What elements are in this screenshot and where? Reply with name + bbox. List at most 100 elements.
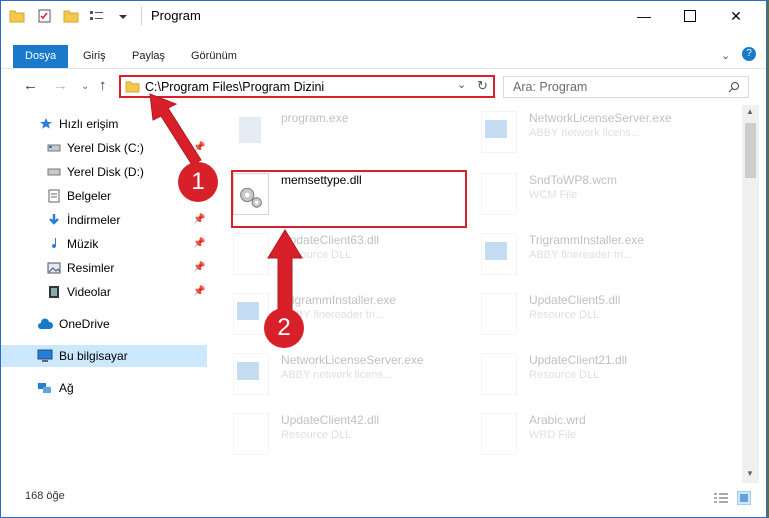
close-icon: ✕ bbox=[730, 7, 742, 24]
file-item[interactable]: UpdateClient42.dll Resource DLL bbox=[209, 407, 449, 463]
maximize-icon bbox=[684, 10, 696, 22]
sidebar-item-local-disk-c[interactable]: Yerel Disk (C:) 📌 bbox=[1, 137, 207, 159]
file-item[interactable]: NetworkLicenseServer.exe ABBY network li… bbox=[209, 347, 449, 403]
file-item[interactable]: UpdateClient5.dll Resource DLL bbox=[457, 287, 697, 343]
file-item[interactable]: UpdateClient21.dll Resource DLL bbox=[457, 347, 697, 403]
file-item[interactable]: UpdateClient63.dll Resource DLL bbox=[209, 227, 449, 283]
dll-gear-icon bbox=[481, 353, 517, 395]
customize-toolbar-icon[interactable] bbox=[115, 9, 131, 23]
up-button[interactable]: ↑ bbox=[99, 77, 107, 94]
sidebar-item-this-pc[interactable]: Bu bilgisayar bbox=[1, 345, 207, 367]
file-item[interactable]: program.exe bbox=[209, 105, 449, 161]
properties-icon[interactable] bbox=[37, 9, 53, 23]
search-icon bbox=[728, 82, 739, 93]
vertical-scrollbar[interactable]: ▲ ▼ bbox=[742, 105, 759, 483]
dll-gear-icon bbox=[481, 293, 517, 335]
pin-icon: 📌 bbox=[193, 238, 206, 249]
sidebar-item-label: Belgeler bbox=[67, 189, 112, 203]
pin-icon: 📌 bbox=[193, 142, 206, 153]
file-name: UpdateClient21.dll bbox=[529, 353, 628, 367]
refresh-icon[interactable]: ↻ bbox=[477, 78, 488, 94]
tab-view[interactable]: Görünüm bbox=[191, 45, 237, 68]
file-item[interactable]: SndToWP8.wcm WCM File bbox=[457, 167, 697, 223]
scrollbar-thumb[interactable] bbox=[745, 123, 756, 178]
details-view-icon[interactable] bbox=[713, 492, 729, 504]
tab-file[interactable]: Dosya bbox=[13, 45, 69, 68]
sidebar-item-label: Hızlı erişim bbox=[59, 117, 119, 131]
cloud-icon bbox=[38, 318, 54, 329]
sidebar-item-music[interactable]: Müzik 📌 bbox=[1, 233, 207, 255]
sidebar-item-quick-access[interactable]: Hızlı erişim bbox=[1, 113, 207, 135]
sidebar-item-documents[interactable]: Belgeler bbox=[1, 185, 207, 207]
back-button[interactable]: ← bbox=[23, 77, 38, 94]
file-name: NetworkLicenseServer.exe bbox=[529, 111, 672, 125]
music-icon bbox=[52, 238, 57, 249]
sidebar-item-network[interactable]: Ağ bbox=[1, 377, 207, 399]
expand-ribbon-icon[interactable]: ⌄ bbox=[721, 49, 730, 62]
large-icons-view-icon[interactable] bbox=[737, 491, 751, 505]
minimize-icon: — bbox=[637, 8, 651, 24]
close-button[interactable]: ✕ bbox=[713, 1, 759, 31]
file-description: WRD File bbox=[529, 429, 577, 441]
document-icon bbox=[48, 189, 60, 203]
exe-icon bbox=[481, 233, 517, 275]
exe-icon bbox=[233, 353, 269, 395]
video-icon bbox=[49, 286, 59, 298]
address-bar[interactable]: C:\Program Files\Program Dizini ⌄ ↻ bbox=[119, 75, 495, 98]
drive-icon bbox=[47, 144, 61, 152]
sidebar-item-label: Yerel Disk (D:) bbox=[67, 165, 144, 179]
title-divider bbox=[141, 7, 142, 25]
folder-icon bbox=[125, 81, 140, 93]
tab-home[interactable]: Giriş bbox=[83, 45, 106, 68]
sidebar-item-downloads[interactable]: İndirmeler 📌 bbox=[1, 209, 207, 231]
sidebar-item-label: OneDrive bbox=[59, 317, 110, 331]
sidebar-item-label: Yerel Disk (C:) bbox=[67, 141, 144, 155]
scroll-down-icon[interactable]: ▼ bbox=[746, 469, 754, 478]
pin-icon: 📌 bbox=[193, 214, 206, 225]
file-item[interactable]: TrigrammInstaller.exe ABBY finereader tr… bbox=[457, 227, 697, 283]
status-bar: 168 öğe bbox=[1, 487, 766, 509]
forward-button[interactable]: → bbox=[53, 77, 68, 94]
sidebar-item-local-disk-d[interactable]: Yerel Disk (D:) bbox=[1, 161, 207, 183]
file-item[interactable]: TrigrammInstaller.exe ABBY finereader tr… bbox=[209, 287, 449, 343]
file-name: UpdateClient63.dll bbox=[281, 233, 380, 247]
minimize-button[interactable]: — bbox=[621, 1, 667, 31]
file-name: TrigrammInstaller.exe bbox=[529, 233, 644, 247]
exe-icon bbox=[481, 111, 517, 153]
file-name: SndToWP8.wcm bbox=[529, 173, 618, 187]
sidebar-item-label: Resimler bbox=[67, 261, 115, 275]
navigation-bar: ← → ⌄ ↑ C:\Program Files\Program Dizini … bbox=[1, 71, 766, 103]
file-description: Resource DLL bbox=[281, 249, 352, 261]
sidebar-item-label: Bu bilgisayar bbox=[59, 349, 128, 363]
star-icon bbox=[40, 118, 52, 129]
recent-locations-icon[interactable]: ⌄ bbox=[81, 81, 89, 92]
file-name: NetworkLicenseServer.exe bbox=[281, 353, 424, 367]
tab-share[interactable]: Paylaş bbox=[132, 45, 165, 68]
drive-icon bbox=[47, 168, 61, 176]
maximize-button[interactable] bbox=[667, 1, 713, 31]
pin-icon: 📌 bbox=[193, 286, 206, 297]
highlight-box bbox=[231, 170, 467, 228]
exe-icon bbox=[233, 111, 269, 153]
sidebar-item-pictures[interactable]: Resimler 📌 bbox=[1, 257, 207, 279]
address-path: C:\Program Files\Program Dizini bbox=[145, 80, 325, 94]
scroll-up-icon[interactable]: ▲ bbox=[746, 107, 754, 116]
search-box[interactable]: Ara: Program bbox=[503, 76, 749, 98]
file-name: Arabic.wrd bbox=[529, 413, 586, 427]
dll-gear-icon bbox=[233, 413, 269, 455]
sidebar-item-videos[interactable]: Videolar 📌 bbox=[1, 281, 207, 303]
view-menu-icon[interactable] bbox=[89, 9, 105, 23]
sidebar-item-label: Ağ bbox=[59, 381, 74, 395]
file-description: Resource DLL bbox=[529, 309, 600, 321]
folder-icon[interactable] bbox=[9, 9, 25, 23]
file-item[interactable]: Arabic.wrd WRD File bbox=[457, 407, 697, 463]
sidebar-item-label: Videolar bbox=[67, 285, 111, 299]
help-icon[interactable]: ? bbox=[742, 47, 756, 61]
address-dropdown-icon[interactable]: ⌄ bbox=[457, 78, 466, 91]
explorer-window: Program — ✕ Dosya Giriş Paylaş Görünüm ⌄… bbox=[0, 0, 767, 518]
pictures-icon bbox=[47, 262, 61, 274]
file-item[interactable]: NetworkLicenseServer.exe ABBY network li… bbox=[457, 105, 697, 161]
new-folder-icon[interactable] bbox=[63, 9, 79, 23]
file-description: ABBY network licens... bbox=[281, 369, 393, 381]
sidebar-item-onedrive[interactable]: OneDrive bbox=[1, 313, 207, 335]
